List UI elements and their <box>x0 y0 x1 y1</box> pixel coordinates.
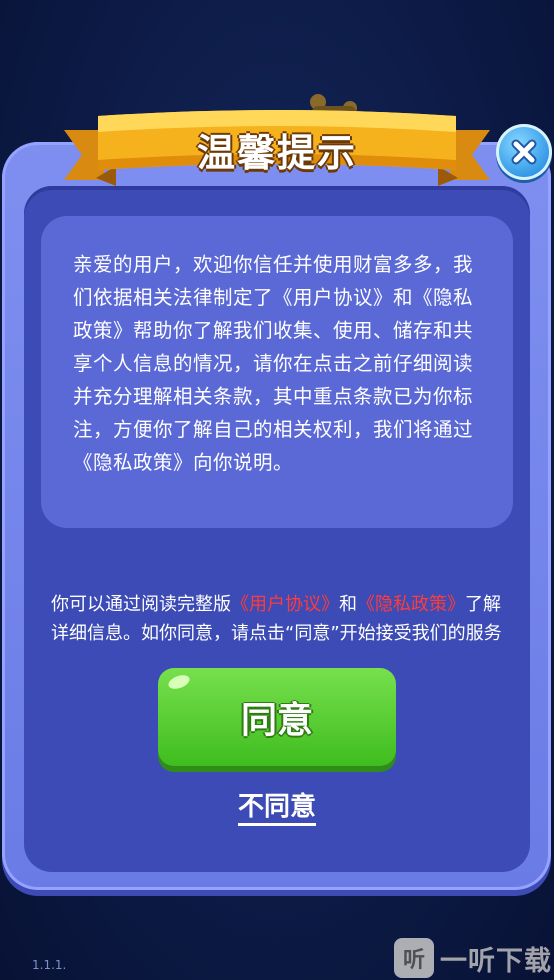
privacy-policy-link[interactable]: 《隐私政策》 <box>357 594 465 615</box>
disagree-button-row: 不同意 <box>24 786 530 823</box>
agree-button-label: 同意 <box>240 700 313 741</box>
info-prefix: 你可以通过阅读完整版 <box>51 594 231 615</box>
button-shine <box>166 672 192 692</box>
user-agreement-link[interactable]: 《用户协议》 <box>231 594 339 615</box>
info-mid: 和 <box>339 594 357 615</box>
privacy-dialog: 亲爱的用户，欢迎你信任并使用财富多多，我们依据相关法律制定了《用户协议》和《隐私… <box>2 142 551 890</box>
policy-body-text: 亲爱的用户，欢迎你信任并使用财富多多，我们依据相关法律制定了《用户协议》和《隐私… <box>73 253 474 474</box>
watermark-logo: 听 <box>394 938 434 978</box>
version-label: 1.1.1. <box>32 958 67 972</box>
close-icon <box>511 139 537 165</box>
dialog-title: 温馨提示 <box>196 131 357 175</box>
close-button[interactable] <box>496 124 552 180</box>
disagree-button[interactable]: 不同意 <box>238 792 316 822</box>
policy-text-card[interactable]: 亲爱的用户，欢迎你信任并使用财富多多，我们依据相关法律制定了《用户协议》和《隐私… <box>41 216 513 528</box>
watermark-text: 一听下载 <box>440 945 552 977</box>
info-text: 你可以通过阅读完整版《用户协议》和《隐私政策》了解详细信息。如你同意，请点击“同… <box>51 590 511 648</box>
watermark: 听 一听下载 <box>394 936 554 980</box>
dialog-panel: 亲爱的用户，欢迎你信任并使用财富多多，我们依据相关法律制定了《用户协议》和《隐私… <box>24 186 530 872</box>
agree-button[interactable]: 同意 <box>158 668 396 766</box>
